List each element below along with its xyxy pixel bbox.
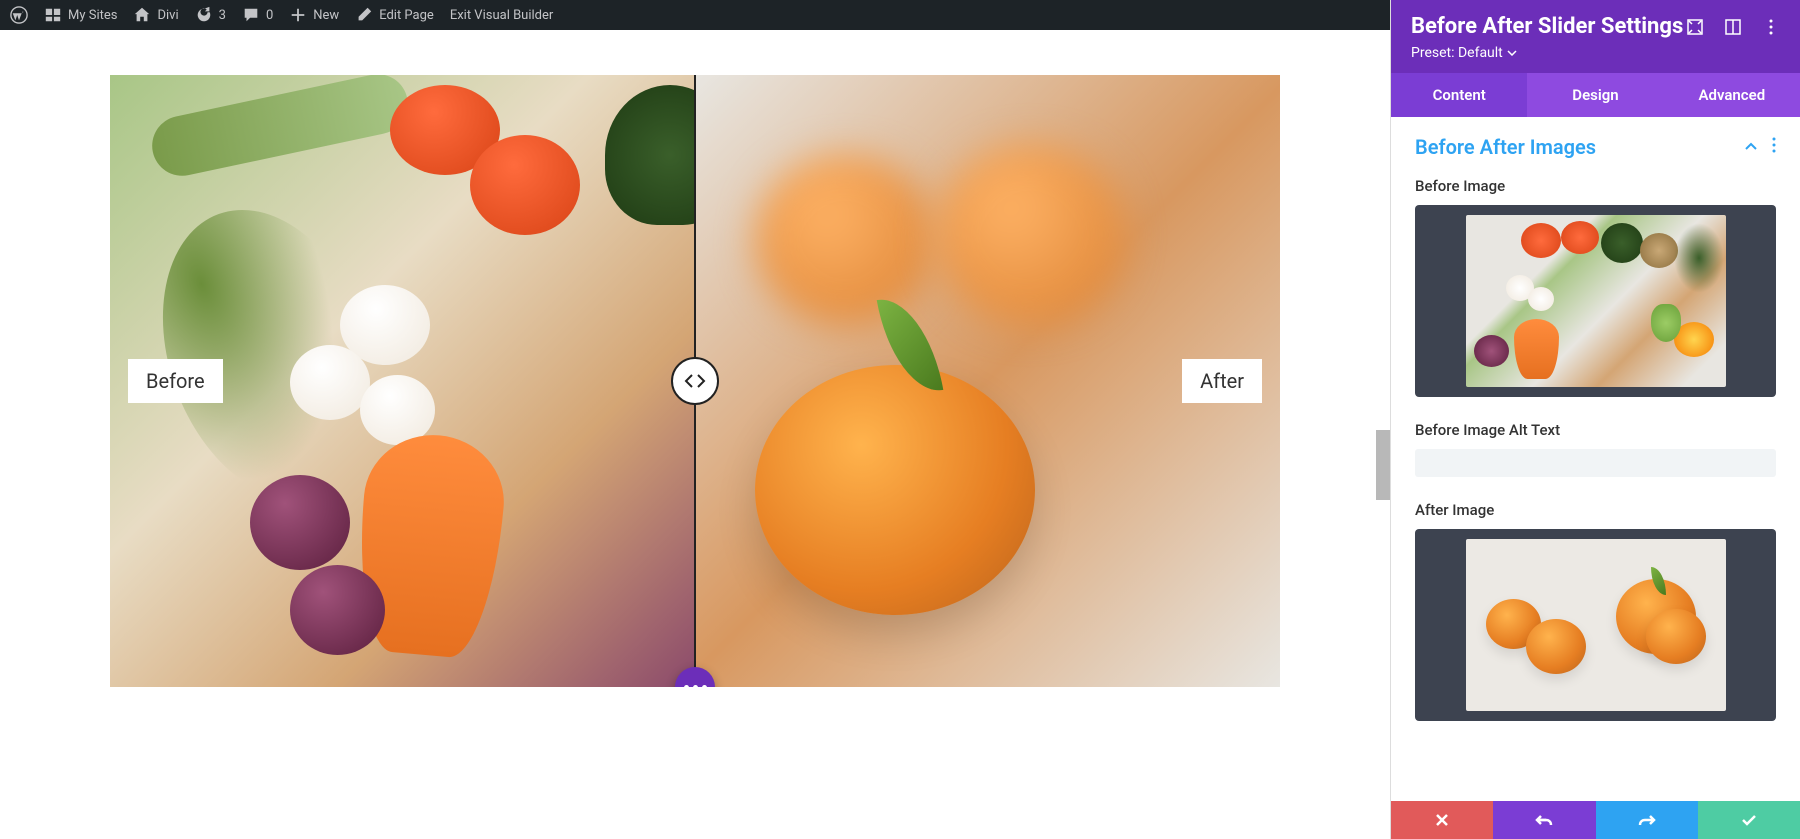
edit-page-link[interactable]: Edit Page (355, 6, 434, 24)
updates-count: 3 (219, 8, 226, 23)
site-name-label: Divi (157, 8, 178, 23)
section-kebab-icon[interactable] (1772, 137, 1776, 157)
comments-link[interactable]: 0 (242, 6, 273, 24)
before-label: Before (128, 359, 223, 403)
wp-logo[interactable] (10, 6, 28, 24)
expand-icon[interactable] (1686, 18, 1704, 36)
tab-design[interactable]: Design (1527, 73, 1663, 117)
home-icon (133, 6, 151, 24)
plus-icon (289, 6, 307, 24)
wordpress-icon (10, 6, 28, 24)
chevron-left-icon (684, 374, 694, 388)
my-sites-label: My Sites (68, 8, 117, 23)
panel-title: Before After Slider Settings (1411, 14, 1686, 39)
section-title: Before After Images (1415, 135, 1744, 159)
after-image-thumb (1466, 539, 1726, 711)
after-image-field-label: After Image (1415, 501, 1776, 519)
before-after-slider-module[interactable]: Before After (110, 75, 1280, 687)
undo-button[interactable] (1493, 801, 1595, 839)
updates-link[interactable]: 3 (195, 6, 226, 24)
updates-icon (195, 6, 213, 24)
before-image-thumb (1466, 215, 1726, 387)
after-label: After (1182, 359, 1262, 403)
tab-advanced[interactable]: Advanced (1664, 73, 1800, 117)
pencil-icon (355, 6, 373, 24)
preset-label: Preset: Default (1411, 45, 1503, 61)
settings-panel: Before After Slider Settings Preset: Def… (1390, 0, 1800, 839)
check-icon (1741, 814, 1757, 826)
settings-tabs: Content Design Advanced (1391, 73, 1800, 117)
cancel-button[interactable] (1391, 801, 1493, 839)
slider-handle[interactable] (671, 357, 719, 405)
snap-icon[interactable] (1724, 18, 1742, 36)
before-alt-field-label: Before Image Alt Text (1415, 421, 1776, 439)
before-image-picker[interactable] (1415, 205, 1776, 397)
new-link[interactable]: New (289, 6, 339, 24)
comments-icon (242, 6, 260, 24)
tab-content[interactable]: Content (1391, 73, 1527, 117)
editor-canvas: Before After (0, 30, 1390, 839)
chevron-down-icon (1507, 50, 1517, 56)
comments-count: 0 (266, 8, 273, 23)
sites-icon (44, 6, 62, 24)
site-name-link[interactable]: Divi (133, 6, 178, 24)
close-icon (1435, 813, 1449, 827)
preset-dropdown[interactable]: Preset: Default (1411, 45, 1517, 61)
exit-visual-builder-label: Exit Visual Builder (450, 8, 553, 23)
kebab-icon[interactable] (1762, 18, 1780, 36)
after-image-picker[interactable] (1415, 529, 1776, 721)
before-image-field-label: Before Image (1415, 177, 1776, 195)
undo-icon (1535, 813, 1553, 827)
scrollbar-thumb[interactable] (1376, 430, 1390, 500)
redo-button[interactable] (1596, 801, 1698, 839)
exit-visual-builder-link[interactable]: Exit Visual Builder (450, 8, 553, 23)
before-alt-input[interactable] (1415, 449, 1776, 477)
redo-icon (1638, 813, 1656, 827)
chevron-right-icon (696, 374, 706, 388)
panel-footer (1391, 801, 1800, 839)
my-sites-link[interactable]: My Sites (44, 6, 117, 24)
collapse-section-icon[interactable] (1744, 137, 1758, 157)
edit-page-label: Edit Page (379, 8, 434, 23)
panel-header: Before After Slider Settings Preset: Def… (1391, 0, 1800, 73)
panel-body: Before After Images Before Image Before … (1391, 117, 1800, 801)
save-button[interactable] (1698, 801, 1800, 839)
new-label: New (313, 8, 339, 23)
